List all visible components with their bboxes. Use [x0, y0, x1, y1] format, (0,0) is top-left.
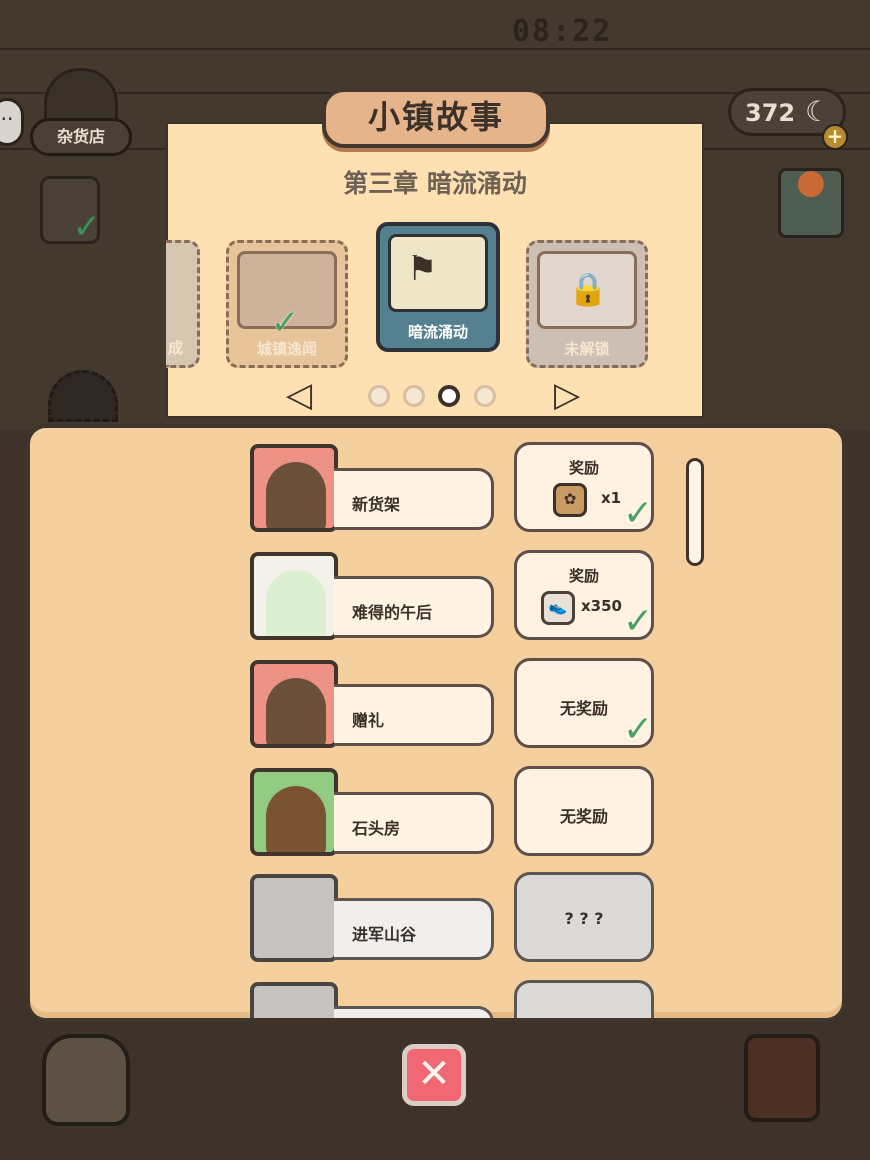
reward-box: 无奖励 ✓	[514, 658, 654, 750]
hedgehog-portrait	[250, 660, 338, 748]
list-scrollbar[interactable]	[686, 458, 704, 566]
flag-icon: ⚑	[388, 234, 488, 312]
reward-title: ? ? ?	[564, 909, 604, 928]
bear-portrait	[250, 768, 338, 856]
page-dot-active[interactable]	[438, 385, 460, 407]
cat-icon	[266, 570, 326, 636]
add-currency-icon[interactable]: +	[822, 124, 848, 150]
wallet-icon[interactable]	[744, 1034, 820, 1122]
clipboard-icon[interactable]	[40, 176, 101, 247]
close-button[interactable]: ✕	[402, 1044, 466, 1106]
moon-count: 372	[745, 99, 796, 127]
story-list-panel[interactable]: 新货架 奖励 ✿ x1 ✓ 难得的午后 奖励 👟 x350 ✓ 赠礼 无奖励 ✓	[26, 424, 846, 1022]
lock-icon-glyph: 🔒	[568, 270, 608, 308]
page-dot[interactable]	[474, 385, 496, 407]
backpack-icon[interactable]	[42, 1034, 130, 1126]
story-name-box: 赠礼	[334, 684, 494, 746]
story-name: 石头房	[352, 819, 401, 838]
chapter-card-locked[interactable]: 🔒 未解锁	[526, 240, 648, 368]
check-icon: ✓	[623, 493, 654, 534]
story-name-box	[334, 1006, 494, 1018]
bear-icon	[266, 786, 326, 852]
story-name-box: 新货架	[334, 468, 494, 530]
cat-wizard-portrait	[250, 552, 338, 640]
chapter-card-label: 未解锁	[564, 340, 610, 358]
story-name: 赠礼	[352, 711, 385, 730]
chapter-title: 第三章 暗流涌动	[343, 169, 527, 198]
reward-title: 奖励	[568, 459, 599, 477]
locked-portrait	[250, 982, 338, 1018]
chapter-card-selected[interactable]: ⚑ 暗流涌动	[376, 222, 500, 352]
previous-chapter-arrow[interactable]: ◁	[286, 376, 312, 416]
reward-box: 奖励 👟 x350 ✓	[514, 550, 654, 642]
chat-bubble-icon[interactable]: ··	[0, 98, 24, 146]
story-row-locked[interactable]: ? ? ?	[250, 980, 658, 1018]
map-pin-icon: ●	[796, 162, 826, 202]
hedgehog-icon	[266, 678, 326, 744]
reward-box: ? ? ?	[514, 872, 654, 962]
chapter-card-label: 暗流涌动	[407, 323, 468, 341]
reward-value: x1	[601, 489, 622, 507]
dialog-title: 小镇故事	[322, 88, 550, 148]
reward-title: 无奖励	[559, 807, 608, 826]
next-chapter-arrow[interactable]: ▷	[554, 376, 580, 416]
reward-title: 奖励	[568, 567, 599, 585]
shop-button[interactable]: 杂货店	[30, 68, 134, 160]
story-name-box: 难得的午后	[334, 576, 494, 638]
story-name: 进军山谷	[352, 925, 417, 944]
chapter-card-label: 成	[168, 339, 184, 357]
shop-label: 杂货店	[30, 118, 132, 156]
story-row[interactable]: 新货架 奖励 ✿ x1 ✓	[250, 442, 658, 534]
story-row[interactable]: 石头房 无奖励	[250, 766, 658, 856]
check-icon: ✓	[623, 601, 654, 642]
hedgehog-portrait	[250, 444, 338, 532]
lock-icon: 🔒	[537, 251, 637, 329]
story-name-box: 进军山谷	[334, 898, 494, 960]
story-row[interactable]: 难得的午后 奖励 👟 x350 ✓	[250, 550, 658, 642]
reward-box: 无奖励	[514, 766, 654, 856]
reward-box: 奖励 ✿ x1 ✓	[514, 442, 654, 534]
check-icon: ✓	[271, 303, 300, 343]
page-dot[interactable]	[403, 385, 425, 407]
story-row[interactable]: 赠礼 无奖励 ✓	[250, 658, 658, 750]
seed-bag-icon: ✿	[553, 483, 587, 517]
chapter-card-previous[interactable]: 成	[166, 240, 200, 368]
reward-box: ? ? ?	[514, 980, 654, 1018]
story-row-locked[interactable]: 进军山谷 ? ? ?	[250, 872, 658, 962]
page-dot[interactable]	[368, 385, 390, 407]
game-clock: 08:22	[512, 14, 613, 49]
hedgehog-icon	[266, 462, 326, 528]
reward-value: x350	[581, 597, 622, 615]
background-floor-line	[0, 48, 870, 50]
flag-icon-glyph: ⚑	[407, 249, 438, 289]
locked-portrait	[250, 874, 338, 962]
check-icon: ✓	[623, 709, 654, 750]
chapter-card-label: 城镇逸闻	[256, 340, 317, 358]
story-name: 新货架	[352, 495, 401, 514]
reward-title: ? ? ?	[517, 1017, 651, 1018]
shoe-icon: 👟	[541, 591, 575, 625]
story-name-box: 石头房	[334, 792, 494, 854]
story-name: 难得的午后	[352, 603, 433, 622]
chapter-card-completed[interactable]: ✓ 城镇逸闻	[226, 240, 348, 368]
